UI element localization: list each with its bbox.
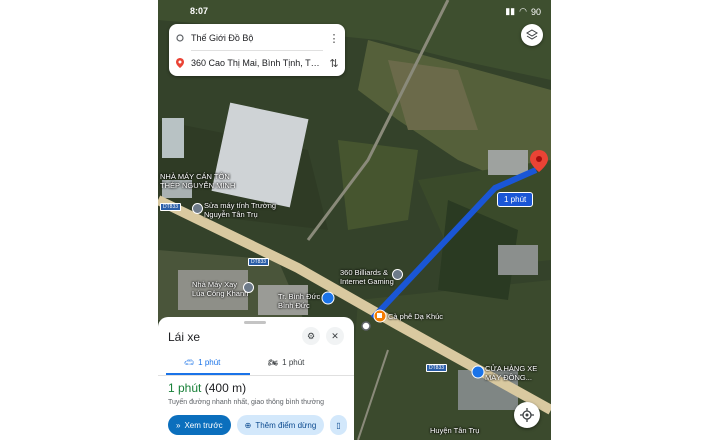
tab-motorbike[interactable]: 🏍︎ 1 phút [268, 351, 304, 373]
swap-icon[interactable]: ⇅ [323, 57, 345, 70]
map-label-computer-repair[interactable]: Sửa máy tính Trường Nguyễn Tân Trụ [204, 201, 276, 219]
map-label-factory[interactable]: NHÀ MÁY CÁN TÔN THÉP NGUYỄN MINH [160, 172, 235, 190]
preview-label: Xem trước [184, 420, 223, 430]
more-vert-icon[interactable]: ⋮ [323, 32, 345, 45]
bookmark-icon: ▯ [336, 420, 341, 430]
my-location-icon [520, 408, 534, 422]
car-icon: 🚗︎ [184, 357, 195, 367]
map-label-rice-mill[interactable]: Nhà Máy Xay Lúa Công Khanh [192, 280, 248, 298]
road-shield-dt833: DT833 [248, 258, 270, 266]
layers-button[interactable] [521, 24, 543, 46]
origin-field[interactable]: Thế Giới Đồ Bộ [191, 33, 323, 43]
map-label-motorbike-shop[interactable]: CỬA HÀNG XE MÁY ĐỒNG... [485, 364, 537, 382]
motorbike-icon: 🏍︎ [268, 357, 279, 367]
status-icons: ▮▮ ◠ 90 [505, 6, 541, 17]
battery-level: 90 [530, 6, 541, 17]
duration-value: 1 phút [168, 381, 202, 395]
close-button[interactable]: ✕ [326, 327, 344, 345]
preview-button[interactable]: » Xem trước [168, 415, 231, 435]
directions-sheet: Lái xe ⚙ ✕ 🚗︎ 1 phút 🏍︎ 1 phút 1 phút (4… [158, 317, 354, 440]
status-bar: 8:07 ▮▮ ◠ 90 [158, 4, 551, 20]
layers-icon [526, 29, 538, 40]
map-label-school[interactable]: Tr. Bình Đức Bình Đức [278, 292, 320, 310]
place-pin-icon[interactable] [243, 282, 254, 293]
origin-row[interactable]: Thế Giới Đồ Bộ ⋮ [169, 26, 345, 50]
school-pin-icon [321, 291, 335, 305]
destination-field[interactable]: 360 Cao Thị Mai, Bình Tịnh, Tâ... [191, 58, 323, 68]
map-label-district: Huyện Tân Trụ [430, 426, 480, 435]
route-search-card: Thế Giới Đồ Bộ ⋮ 360 Cao Thị Mai, Bình T… [169, 24, 345, 76]
sheet-drag-handle[interactable] [244, 321, 266, 324]
destination-row[interactable]: 360 Cao Thị Mai, Bình Tịnh, Tâ... ⇅ [169, 51, 345, 75]
add-stop-label: Thêm điểm dừng [255, 420, 317, 430]
travel-mode-tabs: 🚗︎ 1 phút 🏍︎ 1 phút [158, 351, 354, 376]
save-route-button[interactable]: ▯ [330, 415, 347, 435]
my-location-button[interactable] [514, 402, 540, 428]
signal-icon: ▮▮ [505, 6, 516, 16]
tab-car-label: 1 phút [198, 357, 221, 367]
action-buttons: » Xem trước ⊕ Thêm điểm dừng ▯ [168, 415, 347, 435]
status-time: 8:07 [190, 6, 209, 16]
phone-screen: NHÀ MÁY CÁN TÔN THÉP NGUYỄN MINH Sửa máy… [158, 0, 551, 440]
preview-icon: » [176, 420, 181, 430]
map-label-billiards[interactable]: 360 Billiards & Internet Gaming [340, 268, 394, 286]
add-stop-button[interactable]: ⊕ Thêm điểm dừng [236, 415, 325, 435]
cafe-pin-icon [373, 309, 387, 323]
tab-car[interactable]: 🚗︎ 1 phút [184, 351, 220, 373]
place-pin-icon[interactable] [192, 203, 203, 214]
route-duration: 1 phút (400 m) [168, 381, 246, 395]
add-stop-icon: ⊕ [244, 420, 252, 430]
destination-pin-small-icon [169, 58, 191, 68]
tab-motorbike-label: 1 phút [282, 357, 305, 367]
route-description: Tuyến đường nhanh nhất, giao thông bình … [168, 399, 325, 406]
distance-value: (400 m) [204, 381, 247, 395]
sheet-title: Lái xe [168, 330, 201, 344]
shop-pin-icon [471, 365, 485, 379]
close-icon: ✕ [331, 330, 339, 341]
route-options-button[interactable]: ⚙ [302, 327, 320, 345]
tune-icon: ⚙ [306, 330, 316, 341]
place-pin-icon[interactable] [392, 269, 403, 280]
road-shield-dt833: DT833 [426, 364, 448, 372]
wifi-icon: ◠ [519, 6, 527, 16]
map-label-cafe[interactable]: Cà phê Dạ Khúc [388, 312, 443, 321]
origin-circle-icon [169, 34, 191, 42]
road-shield-dt833: DT833 [160, 203, 182, 211]
tab-divider [158, 375, 354, 376]
route-eta-label[interactable]: 1 phút [497, 192, 534, 207]
